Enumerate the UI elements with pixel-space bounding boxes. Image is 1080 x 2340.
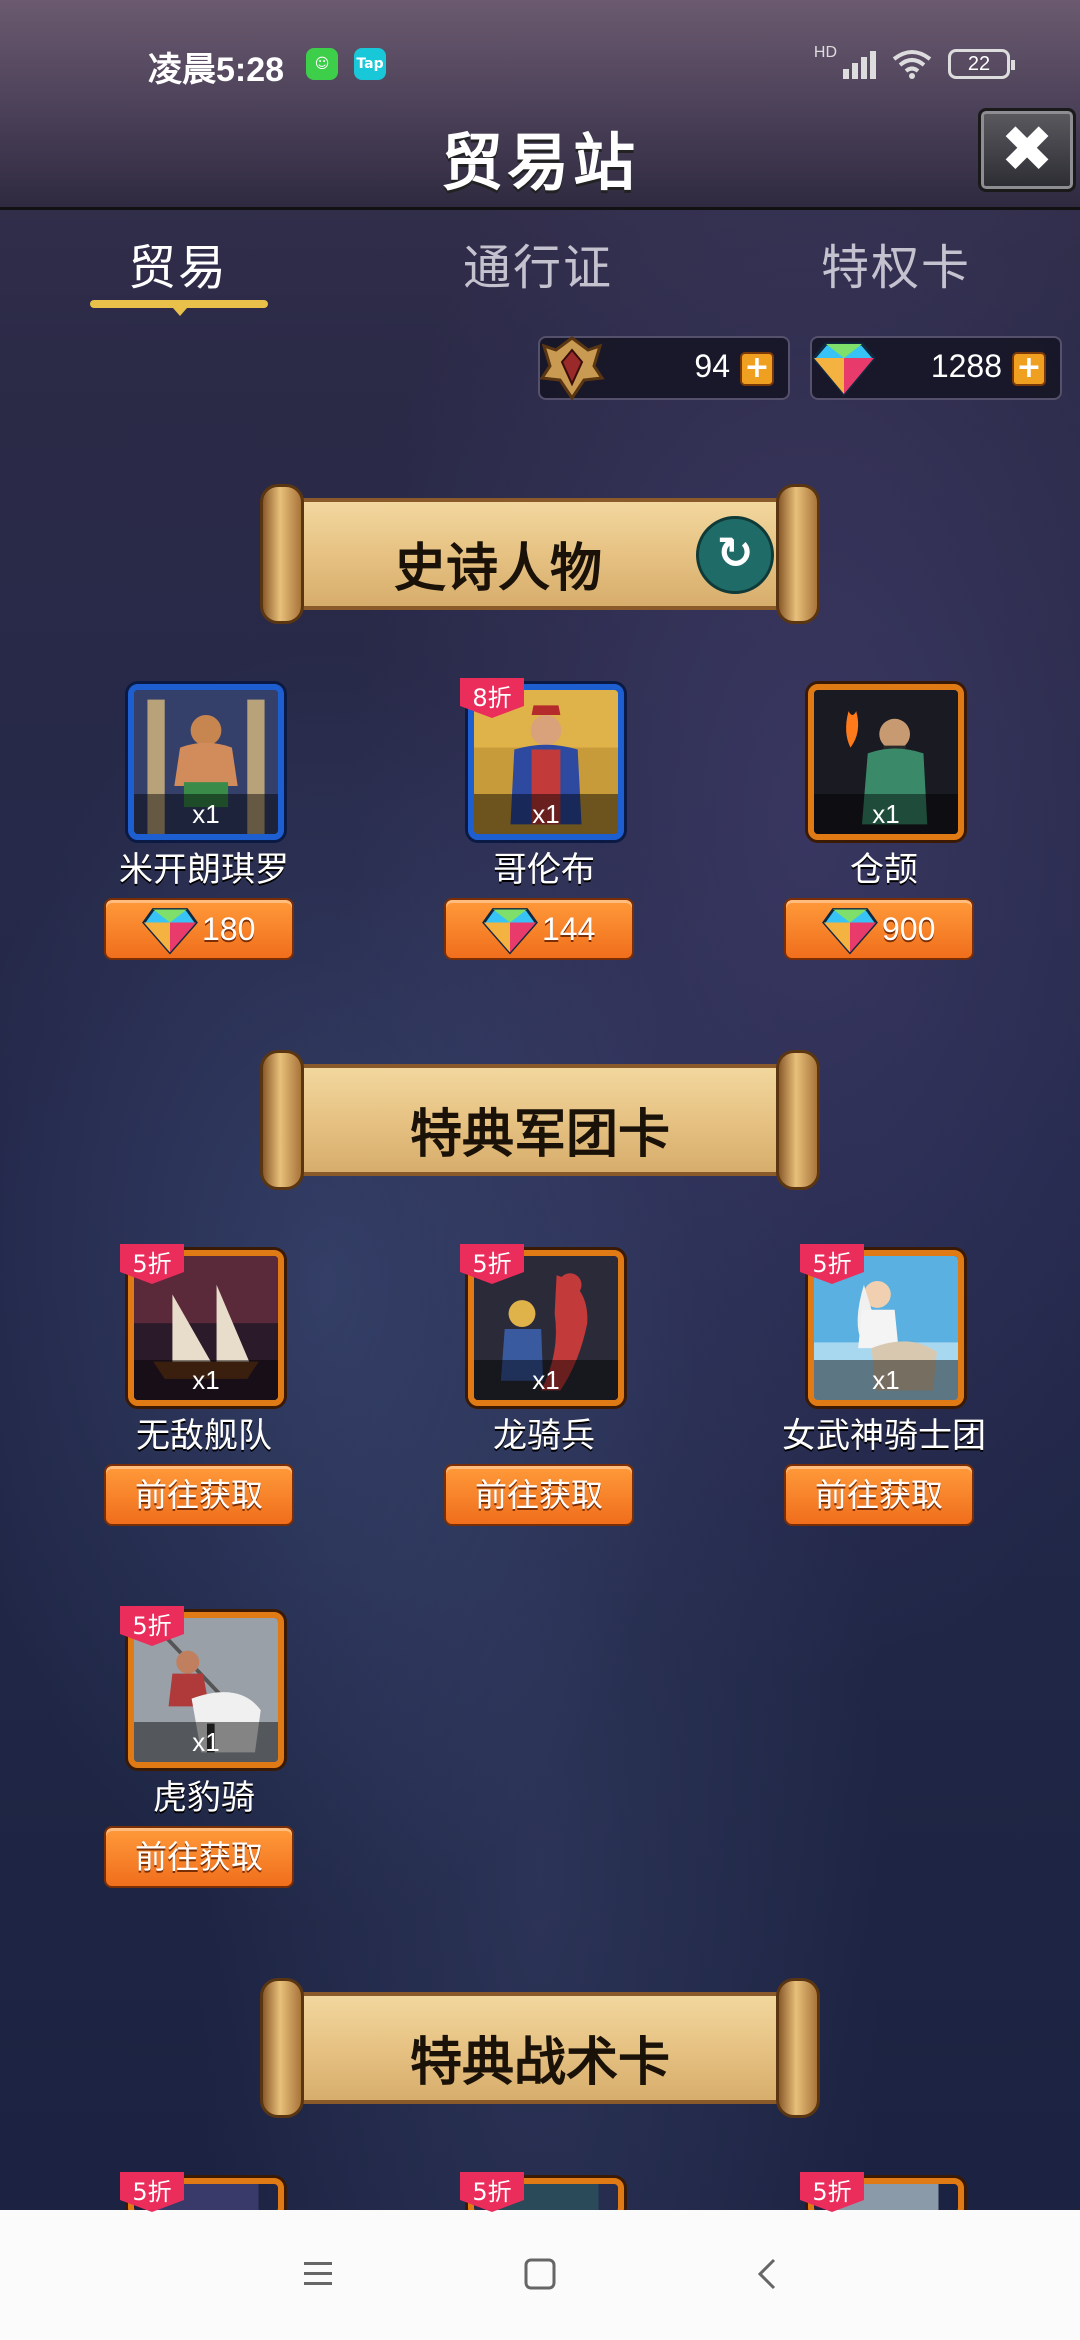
go-get-button[interactable]: 前往获取 [444, 1464, 634, 1526]
item-quantity: x1 [814, 794, 958, 834]
page-title: 贸易站 [440, 126, 639, 199]
item-name: 仓颉 [850, 850, 918, 890]
item-name: 米开朗琪罗 [119, 850, 289, 890]
status-bar: 凌晨5:28 ☺ Tap HD 22 [0, 0, 1080, 130]
crest-currency-chip: 94 + [538, 336, 790, 401]
add-crest-button[interactable]: + [740, 352, 774, 386]
tab-pass[interactable]: 通行证 [408, 228, 668, 298]
buy-button[interactable]: 144 [444, 898, 634, 960]
tap-app-icon: Tap [354, 48, 386, 80]
item-name: 女武神骑士团 [782, 1416, 986, 1456]
section-banner-epic-characters: 史诗人物 ↻ [258, 484, 822, 624]
section-title: 特典战术卡 [409, 2033, 670, 2093]
item-name: 虎豹骑 [153, 1778, 255, 1818]
app-notification-icon: ☺ [306, 48, 338, 80]
section-banner-legion-cards: 特典军团卡 [258, 1050, 822, 1190]
buy-button[interactable]: 180 [104, 898, 294, 960]
gem-currency-value: 1288 [930, 348, 1002, 384]
item-quantity: x1 [474, 794, 618, 834]
add-gem-button[interactable]: + [1012, 352, 1046, 386]
wifi-icon [892, 50, 932, 79]
gem-currency-chip: 1288 + [810, 336, 1062, 400]
item-quantity: x1 [134, 1722, 278, 1762]
crest-icon [539, 336, 605, 401]
status-time: 凌晨5:28 [148, 51, 285, 89]
signal-icon [843, 49, 876, 79]
item-price: 180 [202, 911, 256, 947]
home-icon[interactable] [520, 2254, 560, 2294]
item-quantity: x1 [474, 1360, 618, 1400]
item-name: 无敌舰队 [136, 1416, 272, 1456]
tab-bar: 贸易 通行证 特权卡 [0, 228, 1080, 318]
go-get-button[interactable]: 前往获取 [104, 1464, 294, 1526]
section-title: 史诗人物 [393, 539, 602, 599]
section-title: 特典军团卡 [409, 1105, 670, 1165]
buy-button[interactable]: 900 [784, 898, 974, 960]
item-quantity: x1 [814, 1360, 958, 1400]
gem-icon [822, 908, 878, 955]
battery-icon: 22 [948, 49, 1015, 79]
close-button[interactable]: ✖ [978, 108, 1076, 192]
item-name: 龙骑兵 [493, 1416, 595, 1456]
back-icon[interactable] [748, 2254, 788, 2294]
tab-privilege-card[interactable]: 特权卡 [766, 228, 1026, 298]
item-price: 900 [882, 911, 936, 947]
character-portrait[interactable]: x1 [808, 684, 964, 840]
banner-roll-right [776, 484, 820, 624]
system-navigation-bar [0, 2210, 1080, 2340]
item-quantity: x1 [134, 794, 278, 834]
gem-icon [142, 908, 198, 955]
network-type-label: HD [813, 44, 837, 61]
menu-icon[interactable] [298, 2254, 338, 2294]
item-name: 哥伦布 [493, 850, 595, 890]
gem-icon [482, 908, 538, 955]
go-get-button[interactable]: 前往获取 [104, 1826, 294, 1888]
character-portrait[interactable]: x1 [128, 684, 284, 840]
go-get-button[interactable]: 前往获取 [784, 1464, 974, 1526]
tab-trade[interactable]: 贸易 [48, 228, 308, 298]
item-quantity: x1 [134, 1360, 278, 1400]
item-price: 144 [542, 911, 596, 947]
status-indicators: HD 22 [813, 44, 1015, 84]
gem-icon [812, 342, 876, 397]
tab-chevron-icon [166, 300, 194, 322]
crest-currency-value: 94 [694, 348, 730, 384]
section-banner-tactic-cards: 特典战术卡 [258, 1978, 822, 2118]
refresh-button[interactable]: ↻ [696, 516, 774, 594]
